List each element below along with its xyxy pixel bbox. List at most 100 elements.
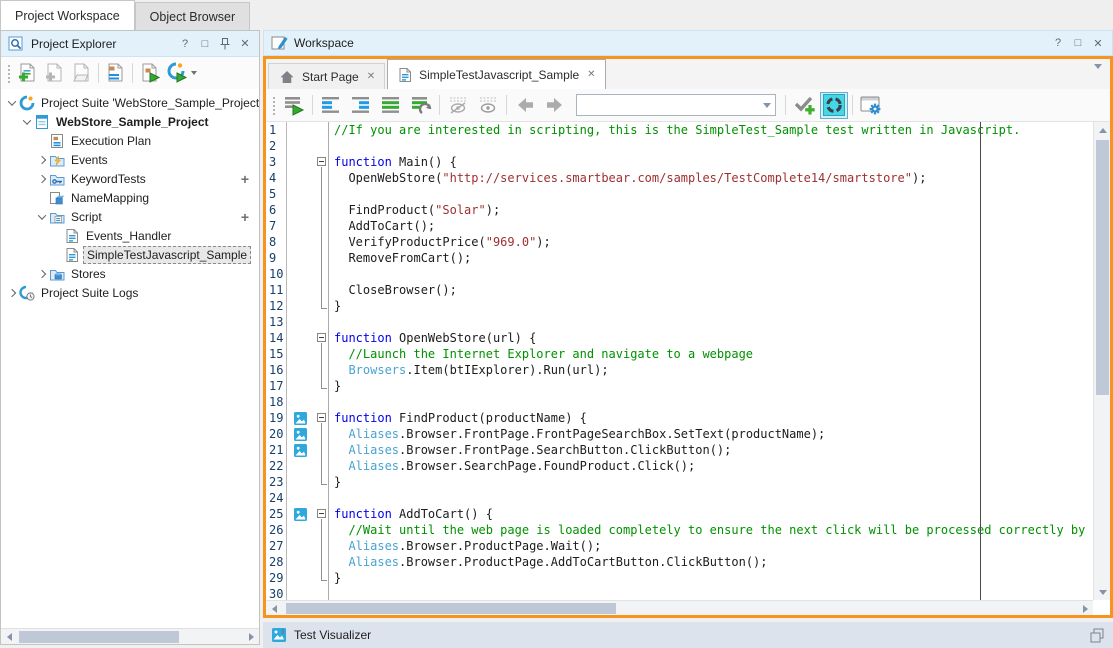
- code-line[interactable]: 9 RemoveFromCart();: [266, 250, 1093, 266]
- code-line[interactable]: 20 Aliases.Browser.FrontPage.FrontPageSe…: [266, 426, 1093, 442]
- code-line[interactable]: 24: [266, 490, 1093, 506]
- code-line[interactable]: 10: [266, 266, 1093, 282]
- chevron-right-icon[interactable]: [37, 269, 45, 277]
- editor-vscrollbar[interactable]: [1093, 122, 1110, 600]
- tree-item-label[interactable]: Events: [68, 152, 111, 168]
- code-line[interactable]: 25function AddToCart() {: [266, 506, 1093, 522]
- record-indicator-button[interactable]: [820, 92, 848, 119]
- dropdown-caret-icon[interactable]: [191, 71, 197, 75]
- maximize-icon[interactable]: □: [197, 36, 213, 52]
- code-line[interactable]: 27 Aliases.Browser.ProductPage.Wait();: [266, 538, 1093, 554]
- code-line[interactable]: 21 Aliases.Browser.FrontPage.SearchButto…: [266, 442, 1093, 458]
- code-line[interactable]: 26 //Wait until the web page is loaded c…: [266, 522, 1093, 538]
- code-line[interactable]: 3function Main() {: [266, 154, 1093, 170]
- project-explorer-hscrollbar[interactable]: [1, 628, 259, 644]
- editor-settings-button[interactable]: [857, 92, 885, 119]
- code-line[interactable]: 13: [266, 314, 1093, 330]
- pin-icon[interactable]: [217, 36, 233, 52]
- code-line[interactable]: 29}: [266, 570, 1093, 586]
- tree-item-project-suite-logs[interactable]: Project Suite Logs: [1, 283, 259, 302]
- code-line[interactable]: 1//If you are interested in scripting, t…: [266, 122, 1093, 138]
- code-editor[interactable]: 1//If you are interested in scripting, t…: [266, 122, 1110, 600]
- scroll-up-icon[interactable]: [1094, 122, 1110, 138]
- code-line[interactable]: 6 FindProduct("Solar");: [266, 202, 1093, 218]
- code-line[interactable]: 28 Aliases.Browser.ProductPage.AddToCart…: [266, 554, 1093, 570]
- code-line[interactable]: 12}: [266, 298, 1093, 314]
- editor-search-combobox[interactable]: [576, 94, 776, 116]
- code-line[interactable]: 22 Aliases.Browser.SearchPage.FoundProdu…: [266, 458, 1093, 474]
- test-visualizer-bar[interactable]: Test Visualizer: [263, 622, 1113, 648]
- fold-collapse-icon[interactable]: [317, 413, 326, 422]
- tree-item-keywordtests[interactable]: KeywordTests +: [1, 169, 259, 188]
- fold-collapse-icon[interactable]: [317, 509, 326, 518]
- code-line[interactable]: 4 OpenWebStore("http://services.smartbea…: [266, 170, 1093, 186]
- code-line[interactable]: 8 VerifyProductPrice("969.0");: [266, 234, 1093, 250]
- tree-item-events-handler[interactable]: Events_Handler: [1, 226, 259, 245]
- visualizer-gutter[interactable]: [287, 442, 314, 458]
- close-tab-icon[interactable]: ✕: [587, 69, 595, 80]
- editor-search-input[interactable]: [577, 96, 755, 114]
- scrollbar-thumb[interactable]: [19, 631, 179, 643]
- code-line[interactable]: 15 //Launch the Internet Explorer and na…: [266, 346, 1093, 362]
- add-item-plus-button[interactable]: +: [241, 209, 249, 225]
- chevron-right-icon[interactable]: [37, 174, 45, 182]
- undo-format-button[interactable]: [407, 92, 435, 119]
- tree-item-label[interactable]: NameMapping: [68, 190, 152, 206]
- editor-hscrollbar[interactable]: [266, 600, 1093, 615]
- scroll-right-icon[interactable]: [1077, 601, 1093, 617]
- combo-dropdown-icon[interactable]: [763, 103, 771, 108]
- tree-item-stores[interactable]: Stores: [1, 264, 259, 283]
- tree-item-label[interactable]: Project Suite Logs: [38, 285, 141, 301]
- code-line[interactable]: 5: [266, 186, 1093, 202]
- code-line[interactable]: 2: [266, 138, 1093, 154]
- expander[interactable]: [35, 214, 48, 220]
- fold-collapse-icon[interactable]: [317, 157, 326, 166]
- fold-margin[interactable]: [314, 410, 329, 426]
- tree-item-events[interactable]: Events: [1, 150, 259, 169]
- expander[interactable]: [20, 119, 33, 125]
- fold-margin[interactable]: [314, 154, 329, 170]
- scrollbar-thumb[interactable]: [286, 603, 616, 614]
- tree-item-label[interactable]: Project Suite 'WebStore_Sample_Project_S…: [38, 95, 259, 111]
- main-tab-project-workspace[interactable]: Project Workspace: [0, 0, 135, 30]
- add-checkpoint-button[interactable]: [790, 92, 818, 119]
- chevron-right-icon[interactable]: [7, 288, 15, 296]
- run-current-routine-button[interactable]: [280, 92, 308, 119]
- code-line[interactable]: 17}: [266, 378, 1093, 394]
- scrollbar-thumb[interactable]: [1096, 140, 1109, 395]
- tree-item-project-suite-webstore-sample-project-suit[interactable]: Project Suite 'WebStore_Sample_Project_S…: [1, 93, 259, 112]
- tree-item-simpletestjavascript-sample[interactable]: SimpleTestJavascript_Sample: [1, 245, 259, 264]
- chevron-right-icon[interactable]: [37, 155, 45, 163]
- tree-item-label[interactable]: WebStore_Sample_Project: [53, 114, 212, 130]
- scroll-down-icon[interactable]: [1094, 584, 1110, 600]
- code-line[interactable]: 23}: [266, 474, 1093, 490]
- fold-margin[interactable]: [314, 330, 329, 346]
- tree-item-label[interactable]: Stores: [68, 266, 109, 282]
- align-left-button[interactable]: [317, 92, 345, 119]
- tree-item-webstore-sample-project[interactable]: WebStore_Sample_Project: [1, 112, 259, 131]
- scroll-left-icon[interactable]: [1, 629, 17, 645]
- tree-item-namemapping[interactable]: NameMapping: [1, 188, 259, 207]
- scroll-right-icon[interactable]: [243, 629, 259, 645]
- tree-item-label[interactable]: KeywordTests: [68, 171, 149, 187]
- help-icon[interactable]: ?: [177, 36, 193, 52]
- add-item-plus-button[interactable]: +: [241, 171, 249, 187]
- code-line[interactable]: 18: [266, 394, 1093, 410]
- tree-item-script[interactable]: Script+: [1, 207, 259, 226]
- chevron-down-icon[interactable]: [7, 97, 15, 105]
- close-icon[interactable]: ✕: [1090, 35, 1106, 51]
- tab-list-dropdown-icon[interactable]: [1094, 69, 1102, 83]
- visualizer-gutter[interactable]: [287, 410, 314, 426]
- code-line[interactable]: 19function FindProduct(productName) {: [266, 410, 1093, 426]
- expander[interactable]: [5, 290, 18, 296]
- tree-item-execution-plan[interactable]: Execution Plan: [1, 131, 259, 150]
- align-right-button[interactable]: [347, 92, 375, 119]
- code-line[interactable]: 16 Browsers.Item(btIExplorer).Run(url);: [266, 362, 1093, 378]
- expander[interactable]: [35, 176, 48, 182]
- float-panel-icon[interactable]: [1089, 627, 1105, 643]
- chevron-down-icon[interactable]: [22, 116, 30, 124]
- organize-execution-plan-button[interactable]: [102, 60, 129, 86]
- expander[interactable]: [35, 157, 48, 163]
- code-line[interactable]: 7 AddToCart();: [266, 218, 1093, 234]
- run-project-button[interactable]: [136, 60, 163, 86]
